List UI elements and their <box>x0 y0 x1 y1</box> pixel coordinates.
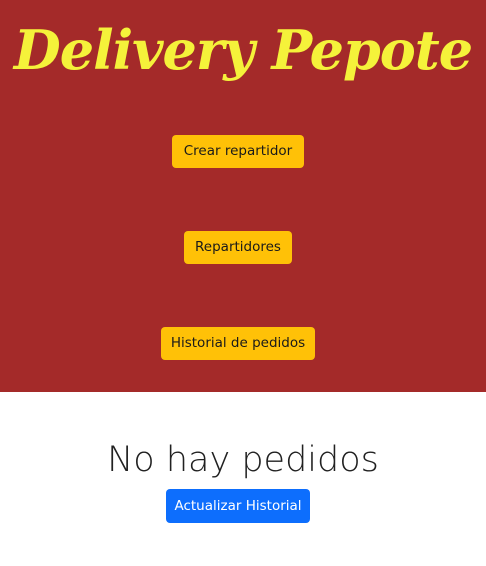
order-history-button[interactable]: Historial de pedidos <box>161 327 315 360</box>
create-courier-button[interactable]: Crear repartidor <box>172 135 304 168</box>
brand-title: Delivery Pepote <box>13 18 473 82</box>
empty-orders-message: No hay pedidos <box>107 440 379 480</box>
couriers-button[interactable]: Repartidores <box>184 231 292 264</box>
refresh-history-button[interactable]: Actualizar Historial <box>166 489 310 523</box>
main-content: No hay pedidos Actualizar Historial <box>0 392 486 566</box>
header-banner: Delivery Pepote Crear repartidor Reparti… <box>0 0 486 392</box>
